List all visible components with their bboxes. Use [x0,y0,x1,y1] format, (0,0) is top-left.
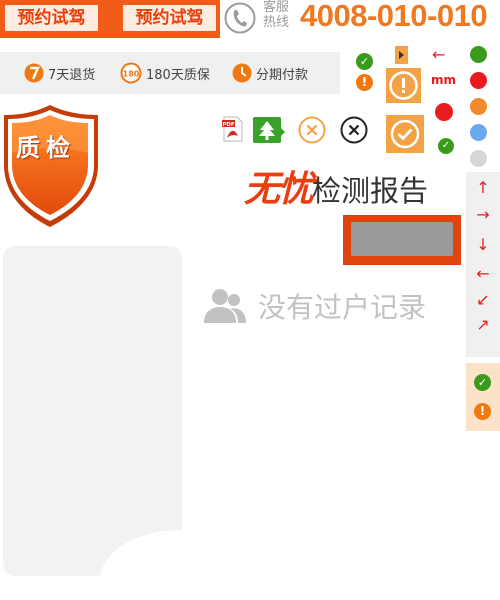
arrow-left-icon: ← [476,264,490,283]
report-button[interactable] [351,222,453,256]
test-drive-button[interactable]: 预约试驾 [3,3,100,33]
blue-dot-icon [470,124,487,141]
service-label: 180天质保 [146,67,210,83]
warning-square-icon [386,68,421,103]
arrow-right-icon: → [476,205,490,224]
service-label: 7天退货 [48,67,96,83]
orange-dot-icon [470,98,487,115]
test-drive-button-secondary[interactable]: 预约试驾 [121,3,218,33]
service-installment: 分期付款 [232,62,308,84]
hotline-label-line1: 客服 [263,0,290,15]
hotline-label-line2: 热线 [263,15,290,30]
arrow-up-right-icon: ↗ [476,315,490,334]
check-square-icon [386,115,424,153]
users-icon [204,289,246,323]
badge-label: 质检 [16,134,76,162]
tree-icon[interactable] [252,116,286,144]
no-transfer-record: 没有过户记录 [204,286,426,326]
number-180-icon: 180 [120,62,142,84]
red-dot-icon [470,72,487,89]
triangle-marker-icon [395,46,408,64]
check-icon: ✓ [356,53,373,70]
clock-icon [232,63,252,83]
svg-text:PDF: PDF [222,122,235,128]
warning-icon: ! [474,403,491,420]
no-record-text: 没有过户记录 [258,291,427,324]
green-dot-icon [470,46,487,63]
status-sprite-column: ✓ ! [466,363,500,431]
service-return: 7天退货 [24,62,95,84]
header-strip: 预约试驾 预约试驾 [0,0,220,38]
hotline-label: 客服 热线 [263,0,295,30]
check-icon: ✓ [474,374,491,391]
hotline-number[interactable]: 4008-010-010 [300,0,488,34]
report-title-rest: 检测报告 [312,174,429,208]
check-small-icon: ✓ [438,138,454,154]
pdf-icon[interactable]: PDF [222,116,244,142]
red-dot-icon [435,103,453,121]
service-label: 分期付款 [256,67,309,83]
service-warranty: 180 180天质保 [120,62,210,84]
warning-icon: ! [356,74,373,91]
phone-icon [224,2,256,34]
close-circle-orange-icon[interactable] [298,116,326,144]
arrow-sprite-column: ↑ → ↓ ← ↙ ↗ [466,172,500,357]
arrow-down-left-icon: ↙ [476,290,490,309]
arrow-down-icon: ↓ [476,235,490,254]
arrow-left-icon: ← [432,45,446,64]
report-title-emphasis: 无忧 [244,168,314,210]
empty-panel [3,246,182,576]
svg-text:180: 180 [123,70,140,79]
unit-label: mm [431,73,457,87]
report-title: 无忧检测报告 [244,160,428,212]
services-bar: 7天退货 180 180天质保 分期付款 [0,52,340,94]
arrow-up-icon: ↑ [476,178,490,197]
inspection-shield-icon [4,105,98,227]
number-7-icon [24,63,44,83]
gray-dot-icon [470,150,487,167]
close-circle-dark-icon[interactable] [340,116,368,144]
